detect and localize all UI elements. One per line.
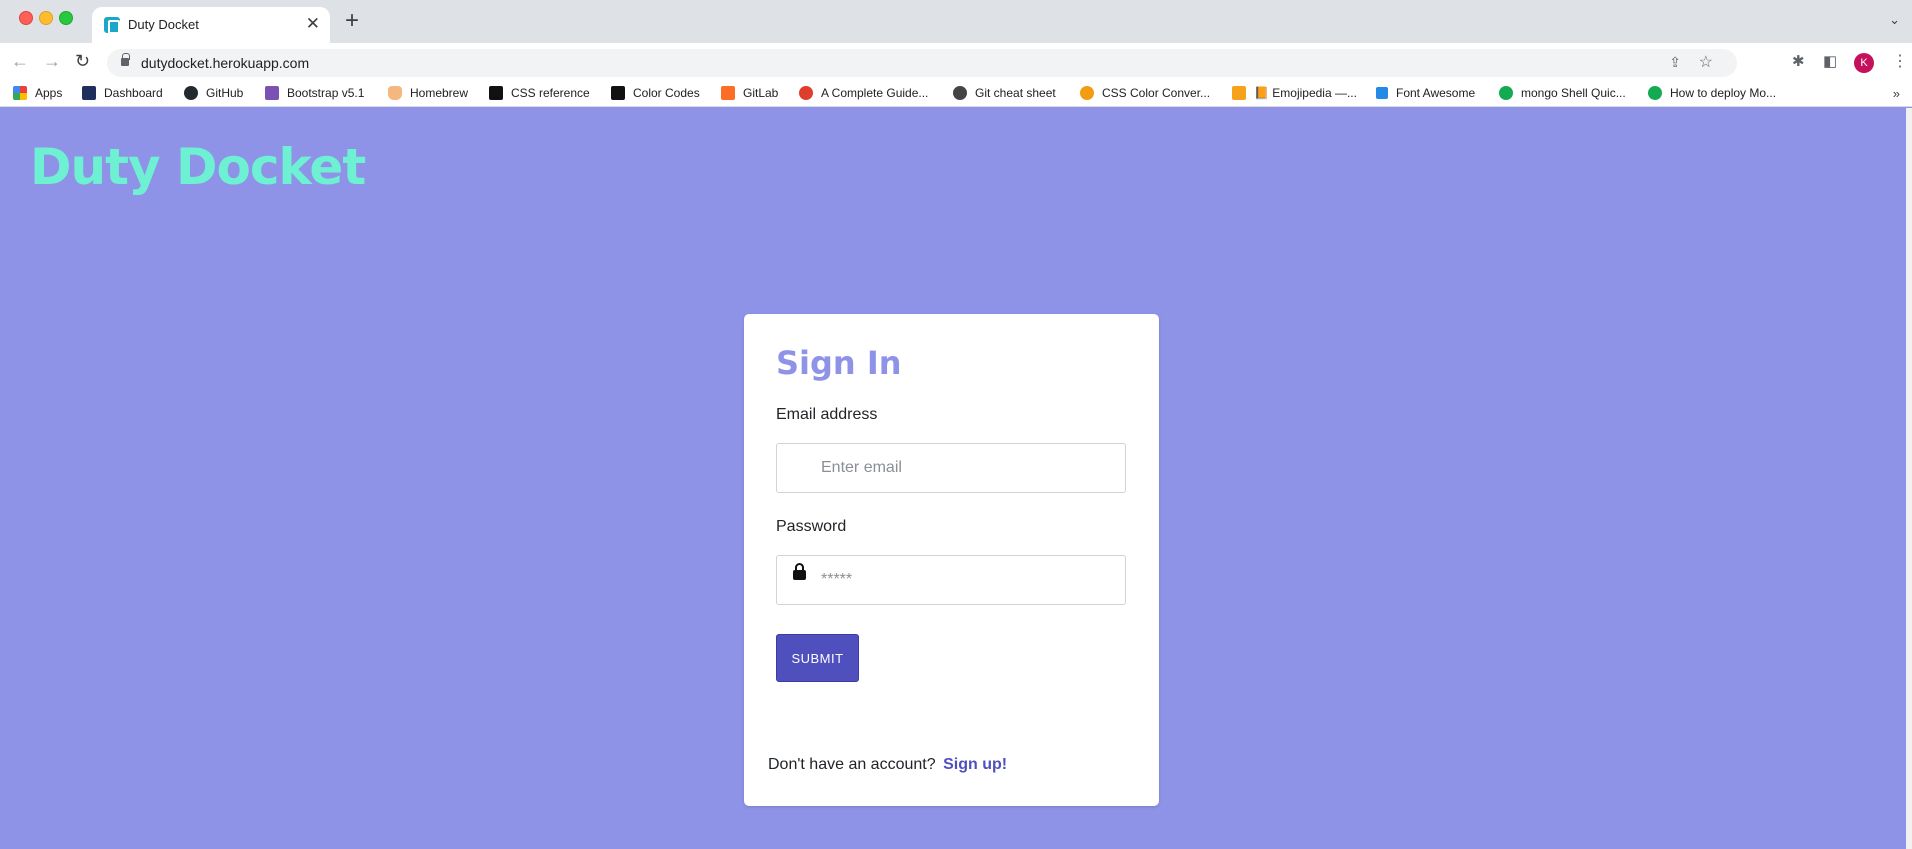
tab-title: Duty Docket xyxy=(128,17,199,32)
address-bar[interactable]: dutydocket.herokuapp.com ⇪ ☆ xyxy=(107,49,1737,77)
reload-button[interactable]: ↻ xyxy=(75,51,90,71)
bookmark-how-to-deploy[interactable]: How to deploy Mo... xyxy=(1648,86,1776,100)
signup-prompt-text: Don't have an account? xyxy=(768,756,936,773)
css-tricks-icon xyxy=(799,86,813,100)
sign-in-card: Sign In Email address Password SUBMIT Do… xyxy=(744,314,1159,806)
git-cheat-sheet-icon xyxy=(953,86,967,100)
minimize-window-button[interactable] xyxy=(39,11,53,25)
url-text[interactable]: dutydocket.herokuapp.com xyxy=(141,55,309,71)
submit-button[interactable]: SUBMIT xyxy=(776,634,859,682)
side-panel-icon[interactable]: ◧ xyxy=(1823,52,1837,70)
emojipedia-icon xyxy=(1232,86,1246,100)
bookmark-git-cheat-sheet[interactable]: Git cheat sheet xyxy=(953,86,1056,100)
bookmark-homebrew[interactable]: Homebrew xyxy=(388,86,468,100)
password-input[interactable] xyxy=(821,556,1117,604)
brand-logo[interactable]: Duty Docket xyxy=(30,138,366,196)
signup-link[interactable]: Sign up! xyxy=(943,756,1007,773)
bookmark-star-icon[interactable]: ☆ xyxy=(1699,52,1713,72)
bookmark-font-awesome[interactable]: Font Awesome xyxy=(1376,86,1475,100)
profile-avatar[interactable]: K xyxy=(1854,53,1874,73)
forward-button[interactable]: → xyxy=(43,51,61,71)
gitlab-icon xyxy=(721,86,735,100)
color-codes-icon xyxy=(611,86,625,100)
bookmark-emojipedia[interactable]: 📙 Emojipedia —... xyxy=(1232,86,1357,100)
bookmark-mongo-shell[interactable]: mongo Shell Quic... xyxy=(1499,86,1626,100)
css-reference-icon xyxy=(489,86,503,100)
tab-favicon-icon xyxy=(104,17,120,34)
share-icon[interactable]: ⇪ xyxy=(1669,54,1681,71)
email-label: Email address xyxy=(776,406,878,423)
apps-grid-icon xyxy=(13,86,27,100)
bookmarks-bar: Apps Dashboard GitHub Bootstrap v5.1 Hom… xyxy=(0,83,1912,107)
back-button[interactable]: ← xyxy=(11,51,29,71)
lock-icon xyxy=(793,563,806,580)
mongodb-icon xyxy=(1648,86,1662,100)
github-icon xyxy=(184,86,198,100)
bootstrap-icon xyxy=(265,86,279,100)
new-tab-button[interactable]: + xyxy=(345,7,359,35)
page-scrollbar[interactable] xyxy=(1906,108,1912,849)
bookmark-apps[interactable]: Apps xyxy=(13,86,62,100)
password-label: Password xyxy=(776,518,847,535)
tab-search-icon[interactable]: ⌄ xyxy=(1889,12,1900,28)
bookmark-css-tricks-guide[interactable]: A Complete Guide... xyxy=(799,86,928,100)
bookmark-css-color-converter[interactable]: CSS Color Conver... xyxy=(1080,86,1210,100)
bookmark-css-reference[interactable]: CSS reference xyxy=(489,86,590,100)
close-window-button[interactable] xyxy=(19,11,33,25)
signup-prompt-row: Don't have an account? Sign up! xyxy=(768,756,1007,774)
tab-strip: Duty Docket ✕ + ⌄ xyxy=(0,0,1912,43)
email-input-group[interactable] xyxy=(776,443,1126,493)
password-input-group[interactable] xyxy=(776,555,1126,605)
dashboard-icon xyxy=(82,86,96,100)
bookmark-gitlab[interactable]: GitLab xyxy=(721,86,778,100)
extensions-icon[interactable]: ✱ xyxy=(1792,52,1805,70)
browser-toolbar: ← → ↻ dutydocket.herokuapp.com ⇪ ☆ ✱ ◧ K… xyxy=(0,43,1912,83)
bookmark-color-codes[interactable]: Color Codes xyxy=(611,86,700,100)
bookmark-bootstrap[interactable]: Bootstrap v5.1 xyxy=(265,86,364,100)
homebrew-icon xyxy=(388,86,402,100)
maximize-window-button[interactable] xyxy=(59,11,73,25)
bookmark-dashboard[interactable]: Dashboard xyxy=(82,86,163,100)
browser-menu-icon[interactable]: ⋮ xyxy=(1892,51,1908,71)
active-tab[interactable]: Duty Docket ✕ xyxy=(92,7,330,43)
lock-icon[interactable] xyxy=(121,53,130,66)
css-color-converter-icon xyxy=(1080,86,1094,100)
email-input[interactable] xyxy=(821,444,1117,492)
page-content: Duty Docket Sign In Email address Passwo… xyxy=(0,108,1912,849)
bookmark-github[interactable]: GitHub xyxy=(184,86,243,100)
mongodb-icon xyxy=(1499,86,1513,100)
bookmarks-overflow-icon[interactable]: » xyxy=(1893,86,1900,101)
font-awesome-flag-icon xyxy=(1376,87,1388,99)
tab-close-icon[interactable]: ✕ xyxy=(306,15,320,33)
sign-in-title: Sign In xyxy=(776,344,902,382)
